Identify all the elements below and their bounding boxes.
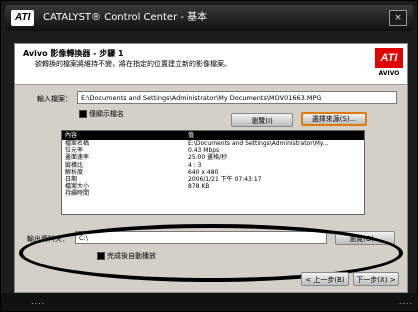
input-file-field[interactable]: E:\Documents and Settings\Administrator\… [77, 91, 397, 104]
row-property: 縱橫比 [65, 161, 84, 169]
app-window: ATI CATALYST® Control Center - 基本 × Aviv… [0, 0, 418, 312]
ati-avivo-logo: ATI AVIVO [375, 48, 403, 80]
table-header: 內容 值 [62, 131, 364, 140]
row-property: 持續時間 [65, 190, 90, 198]
avivo-logo-text: AVIVO [375, 68, 403, 79]
row-value: 2006/1/21 下午 07:43:17 [188, 175, 262, 183]
close-button[interactable]: × [389, 10, 407, 26]
row-value: 878 KB [188, 183, 210, 191]
row-value: 640 x 480 [188, 168, 219, 176]
table-row: 檔案大小 878 KB [62, 183, 364, 190]
converter-dialog: Avivo 影像轉換器 - 步驟 1 欲轉換的檔案將維持不變，將在指定的位置建立… [14, 43, 408, 293]
browse-button[interactable]: 瀏覽(I) [231, 113, 293, 127]
table-row: 日期 2006/1/21 下午 07:43:17 [62, 176, 364, 183]
select-source-button[interactable]: 選擇來源(S)... [301, 112, 367, 126]
back-button[interactable]: < 上一步(B) [301, 272, 349, 286]
table-row: 檔案名稱 E:\Documents and Settings\Administra… [62, 140, 364, 147]
table-row: 解析度 640 x 480 [62, 169, 364, 176]
right-dots: .... [398, 297, 413, 306]
dialog-description: 欲轉換的檔案將維持不變，將在指定的位置建立新的影像檔案。 [35, 60, 231, 68]
title-bar: ATI CATALYST® Control Center - 基本 × [5, 5, 413, 31]
row-property: 解析度 [65, 168, 84, 176]
dialog-header: Avivo 影像轉換器 - 步驟 1 欲轉換的檔案將維持不變，將在指定的位置建立… [15, 44, 407, 85]
row-value: 4 : 3 [188, 161, 202, 169]
show-filename-label: 僅顯示檔名 [89, 110, 124, 118]
table-row: 縱橫比 4 : 3 [62, 162, 364, 169]
left-dots: .... [31, 297, 46, 306]
dialog-title: Avivo 影像轉換器 - 步驟 1 [23, 49, 124, 58]
bottom-bar: .... .... [1, 293, 418, 311]
table-row: 畫面速率 25.00 畫格/秒 [62, 154, 364, 161]
header-property: 內容 [65, 132, 78, 139]
next-button[interactable]: 下一步(X) > [353, 272, 399, 286]
row-property: 畫面速率 [65, 154, 90, 162]
row-value: 25.00 畫格/秒 [188, 154, 228, 162]
file-properties-table: 內容 值 檔案名稱 E:\Documents and Settings\Admin… [61, 130, 365, 215]
row-value: E:\Documents and Settings\Administrator\… [188, 140, 329, 147]
show-filename-checkbox[interactable] [79, 110, 87, 118]
header-value: 值 [188, 132, 195, 139]
window-title: CATALYST® Control Center - 基本 [43, 12, 208, 23]
ati-logo: ATI [11, 10, 35, 26]
table-row: 持續時間 [62, 190, 364, 197]
ati-logo-text: ATI [375, 48, 403, 68]
input-file-label: 輸入檔案： [37, 95, 72, 103]
